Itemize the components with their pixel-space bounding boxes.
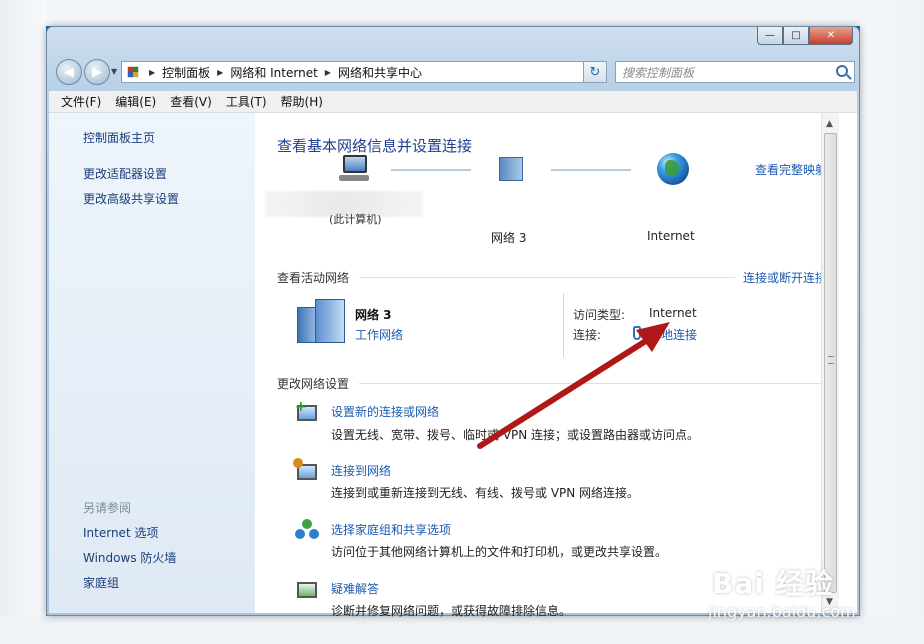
troubleshoot-link[interactable]: 疑难解答 <box>331 580 379 597</box>
window-caption-buttons: — □ ✕ <box>757 27 853 45</box>
see-also-heading: 另请参阅 <box>83 501 132 515</box>
change-adapter-settings-link[interactable]: 更改适配器设置 <box>83 165 167 182</box>
this-computer-label: (此计算机) <box>329 213 382 226</box>
homegroup-sharing-link[interactable]: 选择家庭组和共享选项 <box>331 521 451 538</box>
local-area-connection-link[interactable]: 本地连接 <box>649 326 697 343</box>
setup-new-connection-link[interactable]: 设置新的连接或网络 <box>331 403 439 420</box>
change-advanced-sharing-link[interactable]: 更改高级共享设置 <box>83 190 179 207</box>
network-large-icon <box>297 299 345 343</box>
computer-icon <box>339 155 369 183</box>
menu-tools[interactable]: 工具(T) <box>226 93 267 110</box>
breadcrumb-separator-icon[interactable]: ▶ <box>217 68 223 77</box>
scroll-thumb[interactable] <box>824 133 837 593</box>
section-divider <box>359 383 829 384</box>
back-button[interactable]: ◀ <box>56 59 82 85</box>
vertical-scrollbar[interactable]: ▲ ▼ <box>821 113 839 613</box>
forward-button[interactable]: ▶ <box>84 59 110 85</box>
network-sharing-center-window: — □ ✕ ◀ ▶ ▼ ▶ 控制面板 ▶ 网络和 Internet ▶ 网络和共… <box>46 26 860 618</box>
homegroup-sharing-icon <box>295 519 319 543</box>
desktop-right-edge <box>860 0 924 644</box>
control-panel-home-link[interactable]: 控制面板主页 <box>83 129 155 146</box>
internet-options-link[interactable]: Internet 选项 <box>83 524 158 541</box>
menu-bar: 文件(F) 编辑(E) 查看(V) 工具(T) 帮助(H) <box>49 91 857 113</box>
breadcrumb-network-internet[interactable]: 网络和 Internet <box>230 64 317 81</box>
internet-globe-icon <box>657 153 689 185</box>
connection-line <box>391 169 471 171</box>
desktop-left-edge <box>0 0 46 644</box>
new-connection-icon: + <box>295 399 319 425</box>
back-arrow-icon: ◀ <box>64 64 74 80</box>
homegroup-link[interactable]: 家庭组 <box>83 574 119 591</box>
address-bar[interactable]: ▶ 控制面板 ▶ 网络和 Internet ▶ 网络和共享中心 ▼ <box>121 61 607 83</box>
close-button[interactable]: ✕ <box>809 27 853 45</box>
refresh-button[interactable]: ↻ <box>583 61 607 83</box>
left-navigation-pane: 控制面板主页 更改适配器设置 更改高级共享设置 另请参阅 Internet 选项… <box>49 113 255 613</box>
search-icon[interactable] <box>836 65 848 77</box>
menu-help[interactable]: 帮助(H) <box>281 93 323 110</box>
troubleshoot-desc: 诊断并修复网络问题，或获得故障排除信息。 <box>331 604 572 618</box>
menu-file[interactable]: 文件(F) <box>61 93 101 110</box>
menu-edit[interactable]: 编辑(E) <box>115 93 156 110</box>
breadcrumb-network-sharing-center[interactable]: 网络和共享中心 <box>338 64 422 81</box>
minimize-button[interactable]: — <box>757 27 783 45</box>
breadcrumb-separator-icon[interactable]: ▶ <box>325 68 331 77</box>
watermark-url: jingyan.baidu.com <box>708 602 856 621</box>
homegroup-sharing-desc: 访问位于其他网络计算机上的文件和打印机，或更改共享设置。 <box>331 545 668 559</box>
search-placeholder: 搜索控制面板 <box>622 65 695 80</box>
windows-firewall-link[interactable]: Windows 防火墙 <box>83 549 176 566</box>
main-pane: ? 查看基本网络信息并设置连接 查看完整映射 (此计算机) 网络 3 Inter… <box>255 113 839 618</box>
view-full-map-link[interactable]: 查看完整映射 <box>755 161 827 178</box>
breadcrumb: ▶ 控制面板 ▶ 网络和 Internet ▶ 网络和共享中心 <box>142 64 422 81</box>
recent-pages-dropdown[interactable]: ▼ <box>111 67 117 76</box>
refresh-icon: ↻ <box>589 64 601 80</box>
control-panel-icon <box>127 66 139 78</box>
ethernet-plug-icon <box>633 326 641 340</box>
page-title: 查看基本网络信息并设置连接 <box>277 137 473 155</box>
scroll-up-icon[interactable]: ▲ <box>826 119 833 129</box>
access-type-value: Internet <box>649 306 697 320</box>
forward-arrow-icon: ▶ <box>92 64 102 80</box>
access-type-label: 访问类型: <box>573 308 626 322</box>
connections-label: 连接: <box>573 328 602 342</box>
desktop-top-edge <box>0 0 924 26</box>
connect-to-network-link[interactable]: 连接到网络 <box>331 462 391 479</box>
connection-line <box>551 169 631 171</box>
network-map-label: 网络 3 <box>491 231 527 245</box>
breadcrumb-separator-icon: ▶ <box>149 67 156 77</box>
breadcrumb-control-panel[interactable]: 控制面板 <box>162 64 210 81</box>
connect-network-icon <box>293 458 319 484</box>
vertical-divider <box>563 293 564 357</box>
change-settings-heading: 更改网络设置 <box>277 377 350 391</box>
search-input[interactable]: 搜索控制面板 <box>615 61 855 83</box>
section-divider <box>359 277 735 278</box>
watermark-brand: Bai 经验 <box>712 567 834 600</box>
maximize-button[interactable]: □ <box>783 27 809 45</box>
network-type-link[interactable]: 工作网络 <box>355 326 403 343</box>
internet-map-label: Internet <box>647 229 695 243</box>
setup-new-connection-desc: 设置无线、宽带、拨号、临时或 VPN 连接；或设置路由器或访问点。 <box>331 428 700 442</box>
menu-view[interactable]: 查看(V) <box>170 93 212 110</box>
network-building-icon <box>499 157 523 181</box>
active-networks-heading: 查看活动网络 <box>277 271 350 285</box>
active-network-name: 网络 3 <box>355 308 392 322</box>
connect-disconnect-link[interactable]: 连接或断开连接 <box>743 269 827 286</box>
content-area: 控制面板主页 更改适配器设置 更改高级共享设置 另请参阅 Internet 选项… <box>49 113 857 618</box>
troubleshoot-icon <box>295 578 319 602</box>
connect-to-network-desc: 连接到或重新连接到无线、有线、拨号或 VPN 网络连接。 <box>331 486 640 500</box>
